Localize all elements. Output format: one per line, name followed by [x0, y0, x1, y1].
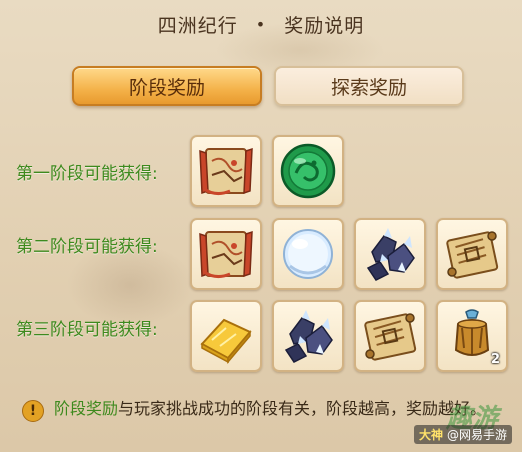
tab-stage-rewards[interactable]: 阶段奖励: [72, 66, 262, 106]
reward-slot[interactable]: [190, 300, 262, 372]
stage-1-label: 第一阶段可能获得:: [16, 164, 158, 184]
pearl-orb-icon: [282, 228, 334, 280]
stage-2-label: 第二阶段可能获得:: [16, 237, 158, 257]
watermark-brand: 大神: [418, 428, 443, 442]
reward-slot[interactable]: [354, 300, 426, 372]
event-title: 四洲纪行: [157, 14, 238, 37]
ancient-scroll-icon: [363, 312, 417, 362]
stage-3-label: 第三阶段可能获得:: [16, 320, 158, 340]
watermark: 大神 @网易手游: [413, 425, 512, 444]
treasure-map-scroll-icon: [198, 147, 254, 196]
note-text: 与玩家挑战成功的阶段有关，阶段越高，奖励越好。: [118, 399, 487, 418]
reward-slot[interactable]: [190, 135, 262, 207]
jade-dragon-coin-icon: [280, 143, 336, 199]
info-icon: !: [22, 400, 44, 422]
ancient-scroll-icon: [445, 230, 499, 280]
reward-panel: 四洲纪行 • 奖励说明 阶段奖励 探索奖励 第一阶段可能获得: 第二阶段可能获得…: [0, 0, 522, 452]
panel-header: 四洲纪行 • 奖励说明: [0, 0, 522, 48]
item-quantity: 2: [490, 352, 500, 367]
dark-crystal-ore-icon: [285, 309, 333, 363]
reward-slot[interactable]: [190, 218, 262, 290]
watermark-text: @网易手游: [446, 428, 507, 442]
tab-explore-rewards[interactable]: 探索奖励: [274, 66, 464, 106]
gold-ingot-block-icon: [201, 319, 251, 363]
reward-note: 阶段奖励与玩家挑战成功的阶段有关，阶段越高，奖励越好。: [54, 396, 494, 422]
reward-slot[interactable]: [272, 300, 344, 372]
panel-title: 奖励说明: [284, 14, 365, 37]
reward-slot[interactable]: 2: [436, 300, 508, 372]
reward-slot[interactable]: [272, 135, 344, 207]
title-separator: •: [255, 14, 267, 34]
reward-slot[interactable]: [436, 218, 508, 290]
note-highlight: 阶段奖励: [54, 399, 119, 418]
dark-crystal-ore-icon: [367, 227, 415, 281]
reward-slot[interactable]: [272, 218, 344, 290]
reward-slot[interactable]: [354, 218, 426, 290]
treasure-map-scroll-icon: [198, 230, 254, 279]
